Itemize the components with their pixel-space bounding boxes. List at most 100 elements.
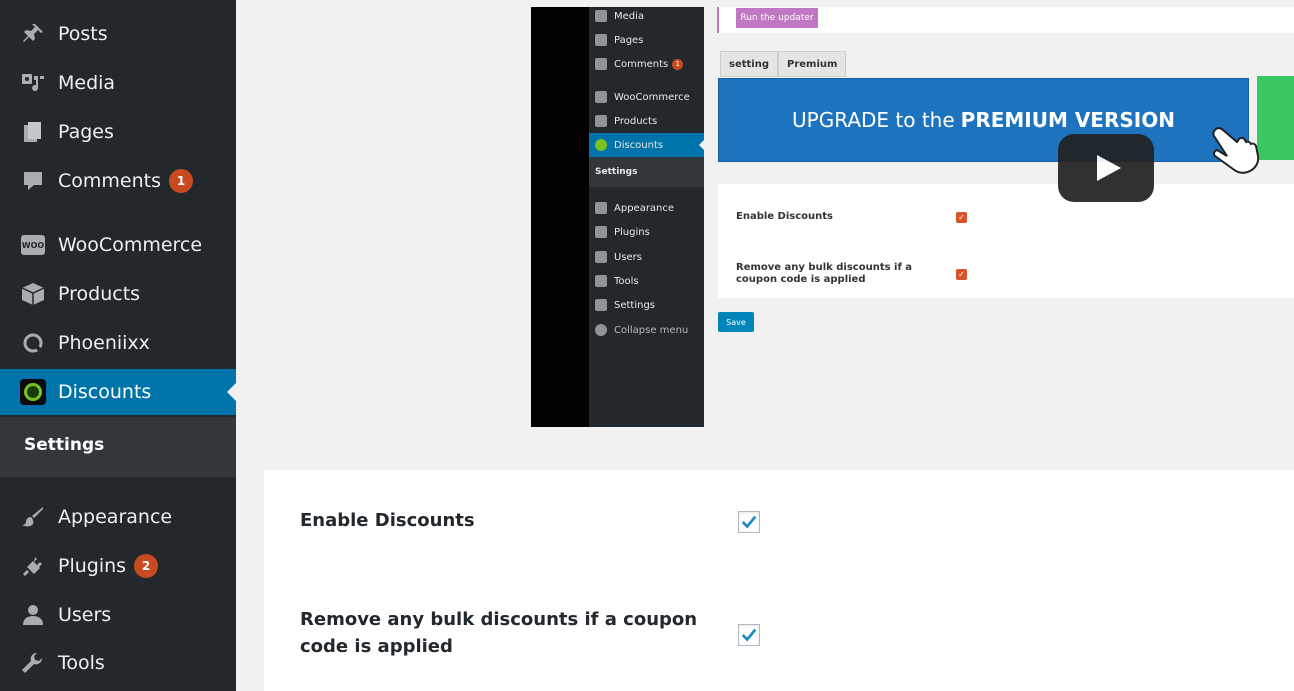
sidebar-item-label: Phoeniixx	[58, 332, 150, 354]
checkmark-icon	[741, 628, 757, 642]
remove-bulk-discounts-label: Remove any bulk discounts if a coupon co…	[300, 609, 698, 657]
settings-icon	[595, 299, 607, 311]
sidebar-item-label: Discounts	[58, 381, 152, 403]
video-settings-panel: Enable Discounts ✓ Remove any bulk disco…	[718, 184, 1294, 298]
video-remove-bulk-checkbox: ✓	[956, 269, 967, 280]
video-remove-bulk-label: Remove any bulk discounts if a coupon co…	[736, 262, 913, 285]
sidebar-item-label: Tools	[58, 652, 105, 674]
video-sidebar-item-plugins: Plugins	[595, 223, 650, 241]
sidebar-item-plugins[interactable]: Plugins 2	[0, 543, 236, 589]
sidebar-item-label: Media	[58, 72, 116, 94]
video-sidebar-label: Collapse menu	[614, 324, 689, 336]
video-content-area: Run the updater setting Premium UPGRADE …	[704, 7, 1294, 427]
remove-bulk-discounts-checkbox[interactable]	[738, 624, 760, 646]
video-sidebar-label: Appearance	[614, 202, 675, 214]
video-sidebar-label: Settings	[614, 299, 656, 311]
video-play-button[interactable]	[1058, 134, 1154, 202]
comment-icon	[18, 169, 48, 193]
comment-icon	[595, 58, 607, 70]
sidebar-item-label: WooCommerce	[58, 234, 203, 256]
video-save-button: Save	[718, 312, 754, 332]
video-sidebar-item-settings: Settings	[595, 296, 655, 314]
products-box-icon	[595, 115, 607, 127]
sidebar-item-phoeniixx[interactable]: Phoeniixx	[0, 320, 236, 366]
video-sidebar-item-media: Media	[595, 7, 644, 25]
users-icon	[595, 251, 607, 263]
sidebar-item-posts[interactable]: Posts	[0, 11, 236, 57]
sidebar-item-media[interactable]: Media	[0, 60, 236, 106]
video-sidebar-label: Tools	[614, 275, 639, 287]
sidebar-item-products[interactable]: Products	[0, 271, 236, 317]
video-sidebar-item-discounts: Discounts	[595, 136, 663, 154]
comments-count-badge: 1	[169, 169, 193, 193]
video-enable-discounts-label: Enable Discounts	[736, 211, 833, 222]
sidebar-item-pages[interactable]: Pages	[0, 109, 236, 155]
video-enable-discounts-checkbox: ✓	[956, 212, 967, 223]
video-tab-premium: Premium	[778, 51, 847, 77]
collapse-icon	[595, 324, 607, 336]
admin-sidebar: Posts Media Pages Comments 1 WOO WooComm…	[0, 0, 236, 691]
sidebar-item-label: Posts	[58, 23, 108, 45]
media-icon	[18, 71, 48, 95]
sidebar-item-comments[interactable]: Comments 1	[0, 158, 236, 204]
video-sidebar-label: Pages	[614, 34, 644, 46]
video-sidebar-item-products: Products	[595, 112, 657, 130]
sidebar-item-label: Users	[58, 604, 112, 626]
wrench-icon	[18, 651, 48, 675]
sidebar-item-label: Plugins	[58, 555, 127, 577]
pointer-hand-icon	[1212, 127, 1259, 174]
video-sidebar-label: Comments	[614, 58, 669, 70]
pages-icon	[18, 120, 48, 144]
discounts-submenu: Settings	[0, 417, 236, 477]
sidebar-item-discounts[interactable]: Discounts	[0, 369, 236, 415]
video-sidebar-item-tools: Tools	[595, 272, 639, 290]
sidebar-item-appearance[interactable]: Appearance	[0, 494, 236, 540]
paintbrush-icon	[18, 505, 48, 529]
media-icon	[595, 10, 607, 22]
sidebar-item-label: Appearance	[58, 506, 173, 528]
video-banner-bold: PREMIUM VERSION	[960, 108, 1175, 132]
video-sidebar-item-comments: Comments 1	[595, 55, 684, 73]
pages-icon	[595, 34, 607, 46]
sidebar-item-label: Products	[58, 283, 141, 305]
video-sidebar-item-pages: Pages	[595, 31, 643, 49]
video-run-updater-button: Run the updater	[736, 8, 818, 28]
video-sidebar-label: WooCommerce	[614, 91, 690, 103]
products-box-icon	[18, 282, 48, 306]
discounts-plugin-icon	[18, 379, 48, 405]
video-banner-text: UPGRADE to the	[792, 108, 955, 132]
video-upgrade-banner: UPGRADE to the PREMIUM VERSION	[718, 78, 1249, 162]
plugin-icon	[18, 554, 48, 578]
discount-settings-panel: Enable Discounts Remove any bulk discoun…	[264, 470, 1294, 691]
video-comments-badge: 1	[672, 58, 684, 70]
discounts-plugin-icon	[595, 139, 607, 151]
video-sidebar-item-appearance: Appearance	[595, 199, 674, 217]
video-sidebar-label: Products	[614, 115, 658, 127]
play-icon	[1097, 155, 1121, 181]
tutorial-video-embed[interactable]: Media Pages Comments 1 WooCommerce Produc…	[531, 7, 1294, 427]
pushpin-icon	[18, 22, 48, 46]
sidebar-item-users[interactable]: Users	[0, 592, 236, 638]
video-green-banner	[1257, 76, 1294, 160]
sidebar-item-woocommerce[interactable]: WOO WooCommerce	[0, 222, 236, 268]
phoeniixx-icon	[18, 331, 48, 355]
checkmark-icon	[741, 515, 757, 529]
video-submenu-settings: Settings	[595, 163, 637, 181]
woocommerce-icon: WOO	[18, 235, 48, 255]
video-sidebar-collapse: Collapse menu	[595, 321, 688, 339]
video-sidebar-label: Settings	[595, 167, 638, 177]
video-tab-setting: setting	[720, 51, 778, 77]
wrench-icon	[595, 275, 607, 287]
paintbrush-icon	[595, 202, 607, 214]
sidebar-item-label: Comments	[58, 170, 161, 192]
plugin-icon	[595, 226, 607, 238]
video-sidebar-label: Plugins	[614, 226, 650, 238]
video-sidebar-item-woocommerce: WooCommerce	[595, 88, 690, 106]
enable-discounts-label: Enable Discounts	[300, 510, 475, 531]
enable-discounts-checkbox[interactable]	[738, 511, 760, 533]
video-sidebar-label: Users	[614, 251, 643, 263]
users-icon	[18, 603, 48, 627]
sidebar-item-tools[interactable]: Tools	[0, 640, 236, 686]
video-admin-sidebar: Media Pages Comments 1 WooCommerce Produc…	[589, 7, 705, 427]
submenu-item-settings[interactable]: Settings	[24, 435, 104, 455]
